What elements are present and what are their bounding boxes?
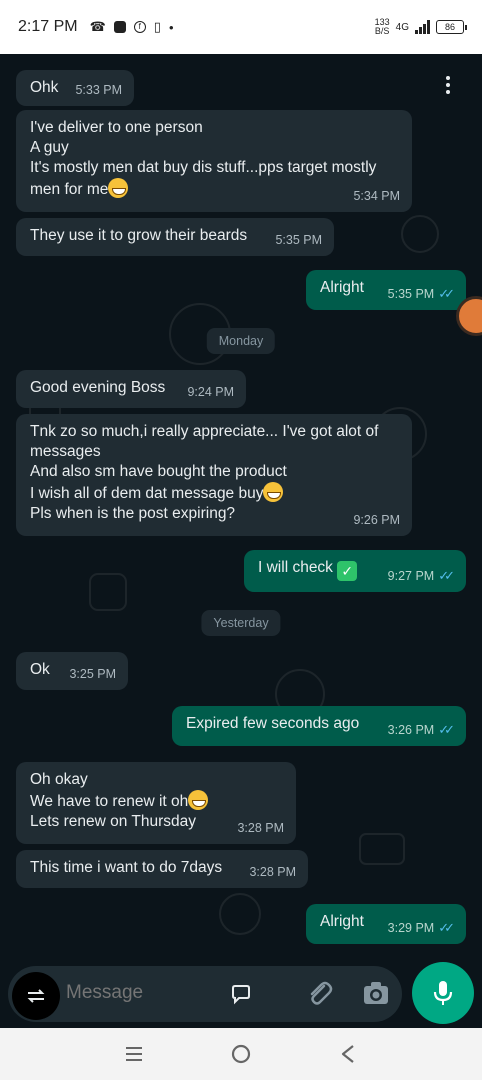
message-time: 9:24 PM	[187, 385, 234, 399]
message-incoming[interactable]: Good evening Boss 9:24 PM	[16, 370, 246, 408]
camera-icon[interactable]	[362, 980, 390, 1006]
read-ticks-icon: ✓✓	[438, 286, 455, 301]
message-outgoing[interactable]: Alright 3:29 PM ✓✓	[306, 904, 466, 944]
message-incoming[interactable]: They use it to grow their beards 5:35 PM	[16, 218, 334, 256]
chat-area[interactable]: Ohk 5:33 PM I've deliver to one person A…	[0, 54, 482, 972]
message-line: I've deliver to one person	[30, 119, 203, 136]
message-line: It's mostly men dat buy dis stuff...pps …	[30, 159, 377, 176]
message-incoming[interactable]: Oh okay We have to renew it oh Lets rene…	[16, 762, 296, 844]
check-mark-emoji-icon: ✓	[337, 561, 358, 581]
message-text: They use it to grow their beards	[30, 227, 248, 244]
net-speed: 133 B/S	[375, 18, 390, 36]
mic-button[interactable]	[412, 962, 474, 1024]
recent-apps-glyph	[125, 1047, 142, 1061]
status-left-icons: ☎ f ▯ •	[90, 19, 174, 35]
message-line: I wish all of dem dat message buy	[30, 485, 264, 502]
vibrate-icon: ▯	[153, 19, 161, 34]
date-chip: Monday	[206, 328, 276, 354]
status-bar: 2:17 PM ☎ f ▯ • 133 B/S 4G 86	[0, 0, 482, 54]
message-text: Alright	[320, 279, 364, 296]
more-notifications-icon: •	[168, 19, 174, 35]
message-time: 3:29 PM	[387, 921, 435, 935]
message-time: 5:35 PM	[387, 287, 435, 301]
message-outgoing[interactable]: Alright 5:35 PM ✓✓	[306, 270, 466, 310]
message-time: 3:28 PM	[249, 865, 296, 879]
message-incoming[interactable]: Tnk zo so much,i really appreciate... I'…	[16, 414, 412, 536]
message-text: Ohk	[30, 79, 59, 96]
signal-icon	[415, 20, 430, 34]
sticker-icon[interactable]	[230, 984, 252, 1006]
app-notification-icon	[113, 21, 126, 33]
home-icon[interactable]	[227, 1040, 255, 1068]
facebook-icon: f	[133, 21, 146, 33]
message-line: Oh okay	[30, 771, 88, 788]
attach-icon[interactable]	[304, 978, 334, 1008]
message-text: Expired few seconds ago	[186, 715, 360, 732]
date-chip: Yesterday	[201, 610, 281, 636]
message-input[interactable]	[66, 982, 216, 1004]
left-floating-button[interactable]	[12, 972, 60, 1020]
compose-bar	[0, 962, 482, 1028]
message-text: This time i want to do 7days	[30, 859, 223, 876]
home-glyph	[231, 1044, 251, 1064]
repeat-icon	[27, 989, 45, 1003]
message-line: messages	[30, 443, 101, 460]
message-time: 3:28 PM	[237, 821, 284, 835]
message-text: Ok	[30, 661, 50, 678]
message-line: We have to renew it oh	[30, 793, 189, 810]
grinning-emoji-icon	[188, 790, 209, 810]
read-ticks-icon: ✓✓	[438, 568, 455, 583]
message-time: 9:27 PM	[387, 569, 435, 583]
message-incoming[interactable]: I've deliver to one person A guy It's mo…	[16, 110, 412, 212]
message-text: I will check	[258, 559, 333, 576]
message-outgoing[interactable]: I will check ✓ 9:27 PM ✓✓	[244, 550, 466, 592]
message-meta: 3:29 PM ✓✓	[387, 918, 455, 938]
back-glyph	[342, 1045, 354, 1063]
read-ticks-icon: ✓✓	[438, 920, 455, 935]
battery-level: 86	[444, 22, 455, 32]
message-incoming[interactable]: Ok 3:25 PM	[16, 652, 128, 690]
battery-icon: 86	[436, 20, 467, 34]
missed-call-icon: ☎	[89, 19, 106, 34]
message-input-container[interactable]	[8, 966, 402, 1022]
message-incoming[interactable]: This time i want to do 7days 3:28 PM	[16, 850, 308, 888]
message-time: 5:34 PM	[353, 189, 400, 203]
grinning-emoji-icon	[108, 178, 129, 198]
net-speed-unit: B/S	[374, 26, 390, 36]
status-right: 133 B/S 4G 86	[375, 18, 467, 36]
message-text: Good evening Boss	[30, 379, 166, 396]
message-line: And also sm have bought the product	[30, 463, 287, 480]
message-time: 9:26 PM	[353, 513, 400, 527]
message-text: Alright	[320, 913, 364, 930]
status-time: 2:17 PM	[18, 18, 78, 35]
message-meta: 9:27 PM ✓✓	[387, 566, 455, 586]
message-time: 3:26 PM	[387, 723, 435, 737]
message-meta: 5:35 PM ✓✓	[387, 284, 455, 304]
message-time: 3:25 PM	[69, 667, 116, 681]
message-line: men for me	[30, 181, 109, 198]
message-time: 5:33 PM	[75, 83, 122, 97]
message-line: A guy	[30, 139, 69, 156]
message-time: 5:35 PM	[275, 233, 322, 247]
menu-dots-icon[interactable]	[446, 76, 452, 94]
grinning-emoji-icon	[263, 482, 284, 502]
system-nav-bar	[0, 1028, 482, 1080]
message-line: Tnk zo so much,i really appreciate... I'…	[30, 423, 379, 440]
message-incoming[interactable]: Ohk 5:33 PM	[16, 70, 134, 106]
network-type: 4G	[395, 21, 409, 33]
message-outgoing[interactable]: Expired few seconds ago 3:26 PM ✓✓	[172, 706, 466, 746]
message-line: Pls when is the post expiring?	[30, 505, 236, 522]
recent-apps-icon[interactable]	[120, 1040, 148, 1068]
mic-icon	[433, 981, 453, 1005]
read-ticks-icon: ✓✓	[438, 722, 455, 737]
message-meta: 3:26 PM ✓✓	[387, 720, 455, 740]
back-icon[interactable]	[334, 1040, 362, 1068]
